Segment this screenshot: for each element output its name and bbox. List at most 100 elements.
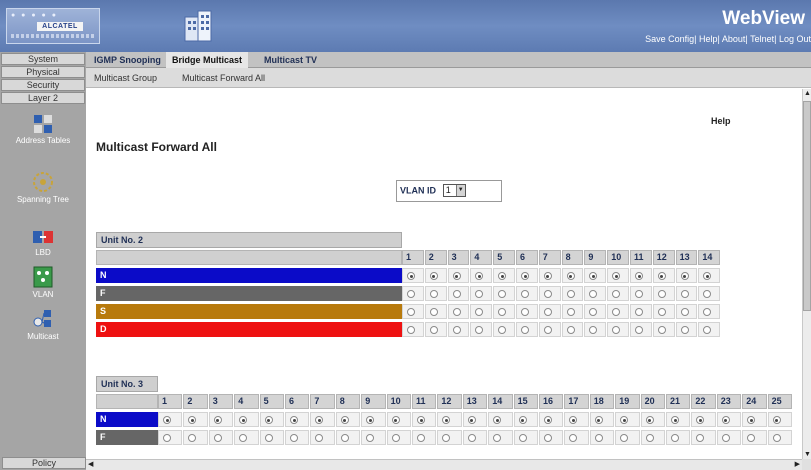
nav-multicast[interactable]: Multicast: [0, 308, 86, 341]
vlan-id-select[interactable]: 1 ▼: [442, 184, 466, 197]
nav-lbd[interactable]: LBD: [0, 228, 86, 257]
port-mode-radio[interactable]: [429, 308, 438, 316]
port-mode-radio[interactable]: [315, 416, 324, 424]
nav-vlan[interactable]: VLAN: [0, 266, 86, 299]
port-mode-radio[interactable]: [589, 290, 598, 298]
nav-system[interactable]: System: [1, 53, 85, 65]
subtab-multicast-forward-all[interactable]: Multicast Forward All: [182, 73, 265, 83]
port-mode-radio[interactable]: [543, 308, 552, 316]
port-mode-radio[interactable]: [594, 416, 603, 424]
port-mode-radio[interactable]: [366, 416, 375, 424]
tab-multicast-tv[interactable]: Multicast TV: [258, 52, 323, 68]
port-mode-radio[interactable]: [239, 416, 248, 424]
horizontal-scrollbar[interactable]: ◀ ▶: [86, 459, 802, 470]
nav-layer2[interactable]: Layer 2: [1, 92, 85, 104]
port-mode-radio[interactable]: [442, 416, 451, 424]
port-mode-radio[interactable]: [340, 416, 349, 424]
port-mode-radio[interactable]: [475, 326, 484, 334]
port-mode-radio[interactable]: [442, 434, 451, 442]
port-mode-radio[interactable]: [612, 326, 621, 334]
port-mode-radio[interactable]: [521, 290, 529, 298]
port-mode-radio[interactable]: [703, 308, 712, 316]
port-mode-radio[interactable]: [612, 308, 621, 316]
port-mode-radio[interactable]: [635, 308, 643, 316]
vertical-scrollbar[interactable]: ▲ ▼: [802, 89, 811, 459]
telnet-link[interactable]: Telnet: [750, 34, 774, 44]
port-mode-radio[interactable]: [188, 434, 197, 442]
port-mode-radio[interactable]: [569, 434, 578, 442]
port-mode-radio[interactable]: [518, 434, 527, 442]
port-mode-radio[interactable]: [645, 434, 654, 442]
port-mode-radio[interactable]: [703, 290, 712, 298]
port-mode-radio[interactable]: [498, 272, 507, 280]
port-mode-radio[interactable]: [518, 416, 527, 424]
nav-spanning-tree[interactable]: Spanning Tree: [0, 171, 86, 204]
port-mode-radio[interactable]: [635, 272, 643, 280]
port-mode-radio[interactable]: [315, 434, 324, 442]
port-mode-radio[interactable]: [407, 308, 415, 316]
port-mode-radio[interactable]: [566, 326, 575, 334]
port-mode-radio[interactable]: [163, 416, 171, 424]
port-mode-radio[interactable]: [671, 416, 679, 424]
port-mode-radio[interactable]: [544, 416, 552, 424]
logout-link[interactable]: Log Out: [779, 34, 811, 44]
port-mode-radio[interactable]: [566, 290, 575, 298]
port-mode-radio[interactable]: [391, 416, 400, 424]
port-mode-radio[interactable]: [467, 416, 476, 424]
port-mode-radio[interactable]: [671, 434, 679, 442]
port-mode-radio[interactable]: [566, 272, 575, 280]
nav-address-tables[interactable]: Address Tables: [0, 114, 86, 145]
tab-bridge-multicast[interactable]: Bridge Multicast: [166, 52, 249, 68]
port-mode-radio[interactable]: [612, 272, 621, 280]
port-mode-radio[interactable]: [340, 434, 349, 442]
help-link[interactable]: Help: [711, 116, 731, 126]
scroll-down-icon[interactable]: ▼: [803, 450, 811, 459]
port-mode-radio[interactable]: [635, 290, 643, 298]
port-mode-radio[interactable]: [475, 272, 484, 280]
port-mode-radio[interactable]: [566, 308, 575, 316]
port-mode-radio[interactable]: [703, 326, 712, 334]
port-mode-radio[interactable]: [264, 434, 273, 442]
about-link[interactable]: About: [722, 34, 746, 44]
tab-igmp-snooping[interactable]: IGMP Snooping: [88, 52, 167, 68]
port-mode-radio[interactable]: [543, 272, 552, 280]
port-mode-radio[interactable]: [290, 416, 298, 424]
port-mode-radio[interactable]: [407, 290, 415, 298]
port-mode-radio[interactable]: [721, 434, 730, 442]
port-mode-radio[interactable]: [452, 308, 461, 316]
port-mode-radio[interactable]: [657, 272, 666, 280]
scroll-right-icon[interactable]: ▶: [795, 460, 800, 470]
port-mode-radio[interactable]: [680, 308, 689, 316]
port-mode-radio[interactable]: [452, 290, 461, 298]
port-mode-radio[interactable]: [543, 326, 552, 334]
port-mode-radio[interactable]: [696, 434, 705, 442]
port-mode-radio[interactable]: [703, 272, 712, 280]
port-mode-radio[interactable]: [635, 326, 643, 334]
port-mode-radio[interactable]: [680, 272, 689, 280]
port-mode-radio[interactable]: [417, 416, 425, 424]
port-mode-radio[interactable]: [589, 326, 598, 334]
port-mode-radio[interactable]: [493, 416, 502, 424]
help-link-top[interactable]: Help: [699, 34, 718, 44]
port-mode-radio[interactable]: [543, 290, 552, 298]
port-mode-radio[interactable]: [589, 308, 598, 316]
port-mode-radio[interactable]: [680, 326, 689, 334]
port-mode-radio[interactable]: [429, 326, 438, 334]
port-mode-radio[interactable]: [747, 434, 756, 442]
port-mode-radio[interactable]: [498, 290, 507, 298]
port-mode-radio[interactable]: [498, 308, 507, 316]
port-mode-radio[interactable]: [721, 416, 730, 424]
port-mode-radio[interactable]: [772, 416, 781, 424]
port-mode-radio[interactable]: [188, 416, 197, 424]
port-mode-radio[interactable]: [657, 308, 666, 316]
port-mode-radio[interactable]: [475, 308, 484, 316]
nav-physical[interactable]: Physical: [1, 66, 85, 78]
port-mode-radio[interactable]: [589, 272, 598, 280]
port-mode-radio[interactable]: [521, 326, 529, 334]
nav-security[interactable]: Security: [1, 79, 85, 91]
subtab-multicast-group[interactable]: Multicast Group: [94, 73, 157, 83]
port-mode-radio[interactable]: [213, 434, 222, 442]
port-mode-radio[interactable]: [657, 326, 666, 334]
port-mode-radio[interactable]: [657, 290, 666, 298]
port-mode-radio[interactable]: [645, 416, 654, 424]
